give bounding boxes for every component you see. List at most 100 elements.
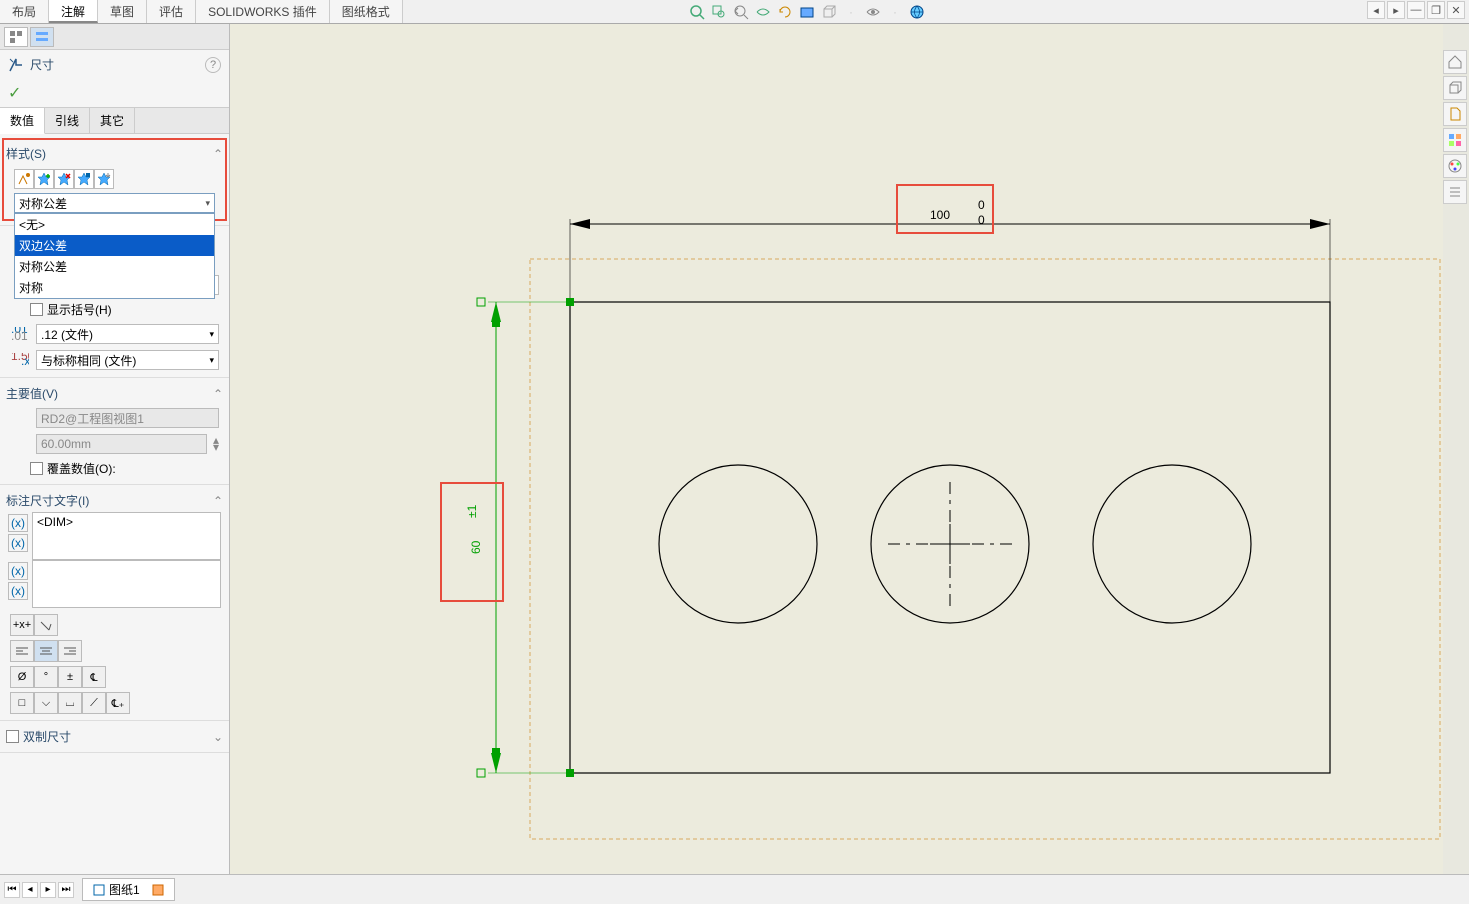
dual-dim-checkbox[interactable] xyxy=(6,730,19,743)
chevron-up-icon: ⌃ xyxy=(213,494,223,508)
appearance-icon[interactable] xyxy=(1443,154,1467,178)
sub-tab-leader[interactable]: 引线 xyxy=(45,108,90,133)
style-icon-row xyxy=(6,169,223,189)
dim-name-input xyxy=(36,408,219,428)
sub-tab-value[interactable]: 数值 xyxy=(0,108,45,134)
globe-icon[interactable] xyxy=(908,3,926,21)
show-parentheses-row: 显示括号(H) xyxy=(6,298,223,321)
justify-left[interactable] xyxy=(10,640,34,662)
chevron-down-icon: ▾ xyxy=(205,198,210,209)
precision2-select[interactable]: 与标称相同 (文件) ▾ xyxy=(36,350,219,370)
view-toolbar: · · xyxy=(688,1,926,23)
style-dropdown[interactable]: 对称公差 ▾ xyxy=(14,193,215,213)
precision1-value: .12 (文件) xyxy=(41,326,93,343)
primary-value-section: 主要值(V) ⌃ ▴▾ 覆盖数值(O): xyxy=(0,378,229,485)
override-value-checkbox[interactable] xyxy=(30,462,43,475)
chevron-up-icon: ⌃ xyxy=(213,147,223,161)
text-suffix2-icon[interactable]: (x) xyxy=(8,582,28,600)
style-section-label: 样式(S) xyxy=(6,145,46,162)
prev-window-btn[interactable]: ◂ xyxy=(1367,1,1385,19)
symbol-plusminus[interactable]: ± xyxy=(58,666,82,688)
primary-value-header[interactable]: 主要值(V) ⌃ xyxy=(6,382,223,405)
precision1-select[interactable]: .12 (文件) ▾ xyxy=(36,324,219,344)
tab-annotation[interactable]: 注解 xyxy=(49,0,98,23)
tab-solidworks-addins[interactable]: SOLIDWORKS 插件 xyxy=(196,0,330,23)
nav-prev[interactable]: ◂ xyxy=(22,882,38,898)
show-parentheses-checkbox[interactable] xyxy=(30,303,43,316)
box-icon[interactable] xyxy=(820,3,838,21)
sheet-menu-icon[interactable] xyxy=(152,884,164,896)
file-icon[interactable] xyxy=(1443,102,1467,126)
dd-item-none[interactable]: <无> xyxy=(15,214,214,235)
tab-layout[interactable]: 布局 xyxy=(0,0,49,23)
tab-evaluate[interactable]: 评估 xyxy=(147,0,196,23)
style-apply-icon[interactable] xyxy=(14,169,34,189)
dim-text-header[interactable]: 标注尺寸文字(I) ⌃ xyxy=(6,489,223,512)
tab-sketch[interactable]: 草图 xyxy=(98,0,147,23)
dual-dim-header[interactable]: 双制尺寸 ⌄ xyxy=(6,725,223,748)
section-view-icon[interactable] xyxy=(754,3,772,21)
style-save-icon[interactable] xyxy=(74,169,94,189)
previous-view-icon[interactable] xyxy=(732,3,750,21)
symbol-degree[interactable]: ° xyxy=(34,666,58,688)
symbol-counterbore[interactable]: ⌴ xyxy=(58,692,82,714)
display-style-icon[interactable] xyxy=(798,3,816,21)
spinner-down[interactable]: ▾ xyxy=(213,444,219,451)
text-pos-2[interactable] xyxy=(34,614,58,636)
tab-sheet-format[interactable]: 图纸格式 xyxy=(330,0,403,23)
close-btn[interactable]: ✕ xyxy=(1447,1,1465,19)
dd-item-bilateral[interactable]: 双边公差 xyxy=(15,235,214,256)
panel-title-bar: 尺寸 ? xyxy=(0,50,229,79)
visibility-icon[interactable] xyxy=(864,3,882,21)
right-toolbar xyxy=(1443,50,1469,204)
zoom-area-icon[interactable] xyxy=(710,3,728,21)
symbol-depth[interactable]: ⌵ xyxy=(34,692,58,714)
dim-text-section: 标注尺寸文字(I) ⌃ (x) (x) (x) (x) +x+ xyxy=(0,485,229,721)
panel-mode-props-btn[interactable] xyxy=(30,27,54,47)
home-icon[interactable] xyxy=(1443,50,1467,74)
panel-mode-tree-btn[interactable] xyxy=(4,27,28,47)
zoom-fit-icon[interactable] xyxy=(688,3,706,21)
list-icon[interactable] xyxy=(1443,180,1467,204)
next-window-btn[interactable]: ▸ xyxy=(1387,1,1405,19)
chevron-down-icon: ▾ xyxy=(209,329,214,340)
symbol-square[interactable]: □ xyxy=(10,692,34,714)
panel-title-text: 尺寸 xyxy=(30,56,54,73)
text-prefix2-icon[interactable]: (x) xyxy=(8,562,28,580)
ok-check-icon[interactable]: ✓ xyxy=(8,85,21,102)
dim-text-textarea[interactable] xyxy=(32,512,221,560)
override-value-row: 覆盖数值(O): xyxy=(6,457,223,480)
help-icon[interactable]: ? xyxy=(205,57,221,73)
text-position-grid: +x+ xyxy=(6,612,223,638)
nav-next[interactable]: ▸ xyxy=(40,882,56,898)
justify-center[interactable] xyxy=(34,640,58,662)
dd-item-symmetric[interactable]: 对称 xyxy=(15,277,214,298)
style-delete-icon[interactable] xyxy=(54,169,74,189)
panel-mode-bar xyxy=(0,24,229,50)
dd-item-symmetric-tol[interactable]: 对称公差 xyxy=(15,256,214,277)
style-load-icon[interactable] xyxy=(94,169,114,189)
style-dropdown-value: 对称公差 xyxy=(19,195,67,212)
style-section-header[interactable]: 样式(S) ⌃ xyxy=(6,142,223,165)
rotate-view-icon[interactable] xyxy=(776,3,794,21)
drawing-canvas[interactable]: 100 0 0 60 ±1 xyxy=(230,24,1443,874)
dim-text-textarea2[interactable] xyxy=(32,560,221,608)
maximize-btn[interactable]: ❐ xyxy=(1427,1,1445,19)
symbol-thread[interactable]: ⟋ xyxy=(82,692,106,714)
symbol-more[interactable]: ℄₊ xyxy=(106,692,130,714)
minimize-btn[interactable]: ― xyxy=(1407,1,1425,19)
sub-tab-other[interactable]: 其它 xyxy=(90,108,135,133)
text-prefix-icon[interactable]: (x) xyxy=(8,514,28,532)
text-suffix-icon[interactable]: (x) xyxy=(8,534,28,552)
box-toolbar-icon[interactable] xyxy=(1443,76,1467,100)
nav-last[interactable]: ⏭ xyxy=(58,882,74,898)
style-section: 样式(S) ⌃ 对称公差 ▾ <无> 双边公差 对称公差 对称 xyxy=(0,134,229,226)
symbol-centerline[interactable]: ℄ xyxy=(82,666,106,688)
sheet-tab[interactable]: 图纸1 xyxy=(82,878,175,901)
grid4-icon[interactable] xyxy=(1443,128,1467,152)
symbol-diameter[interactable]: Ø xyxy=(10,666,34,688)
justify-right[interactable] xyxy=(58,640,82,662)
text-pos-1[interactable]: +x+ xyxy=(10,614,34,636)
style-add-icon[interactable] xyxy=(34,169,54,189)
nav-first[interactable]: ⏮ xyxy=(4,882,20,898)
